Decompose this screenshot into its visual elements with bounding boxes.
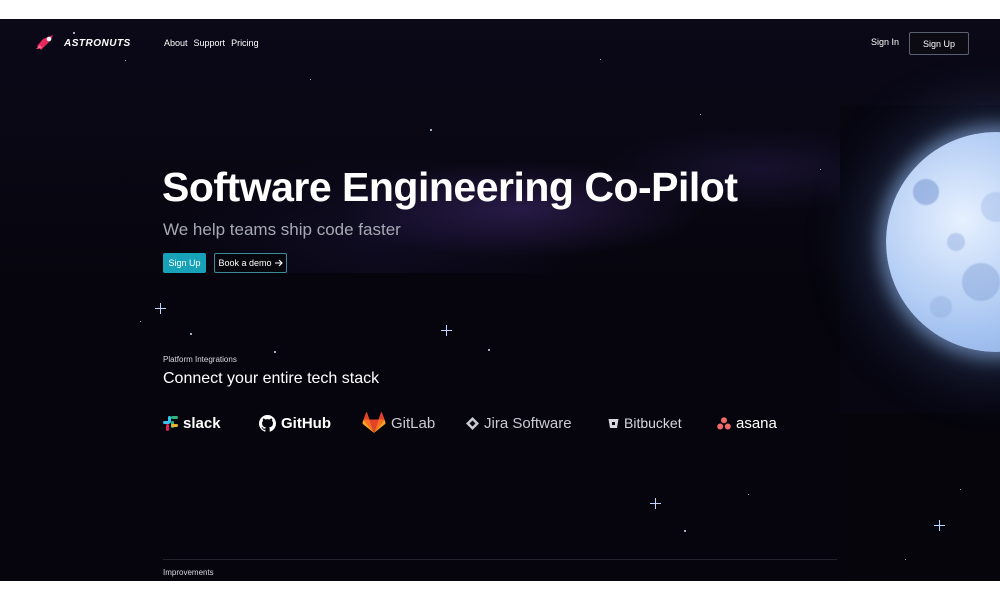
integrations-label: Platform Integrations — [163, 355, 237, 364]
star — [140, 321, 141, 322]
main-nav: About Support Pricing — [164, 38, 259, 48]
slack-logo: slack — [163, 410, 221, 436]
github-logo: GitHub — [259, 410, 331, 436]
hero-subtitle: We help teams ship code faster — [163, 220, 401, 239]
star — [430, 129, 432, 131]
asana-icon — [717, 416, 731, 429]
hero-title: Software Engineering Co-Pilot — [162, 164, 738, 210]
star — [274, 351, 276, 353]
page-viewport — [0, 19, 1000, 581]
brand-name: ASTRONUTS — [64, 37, 131, 49]
jira-logo-text: Jira Software — [484, 414, 572, 432]
brand-logo[interactable]: ASTRONUTS — [34, 33, 131, 53]
github-icon — [259, 414, 276, 432]
bitbucket-logo: Bitbucket — [608, 410, 682, 436]
book-demo-label: Book a demo — [218, 258, 272, 268]
jira-software-logo: Jira Software — [466, 410, 572, 436]
gitlab-logo: GitLab — [362, 410, 435, 436]
star — [684, 530, 686, 532]
nav-about-link[interactable]: About — [164, 38, 188, 48]
section-divider — [163, 559, 837, 560]
improvements-label: Improvements — [163, 568, 214, 577]
sparkle-star — [650, 498, 661, 509]
gitlab-logo-text: GitLab — [391, 414, 436, 432]
integration-logos: slack GitHub GitLab Jira Software Bitbuc… — [163, 410, 803, 436]
gitlab-icon — [362, 412, 386, 433]
lower-panel — [840, 413, 1000, 581]
sign-in-link[interactable]: Sign In — [871, 37, 899, 47]
star — [190, 333, 192, 335]
nav-pricing-link[interactable]: Pricing — [231, 38, 259, 48]
jira-icon — [466, 416, 479, 430]
nav-support-link[interactable]: Support — [194, 38, 226, 48]
asana-logo: asana — [717, 410, 777, 436]
slack-logo-text: slack — [183, 414, 221, 432]
star — [600, 59, 601, 60]
bitbucket-icon — [608, 418, 619, 428]
bitbucket-logo-text: Bitbucket — [624, 415, 682, 431]
arrow-right-icon — [274, 259, 283, 267]
star — [125, 60, 126, 61]
book-demo-button[interactable]: Book a demo — [214, 253, 287, 273]
slack-icon — [163, 415, 178, 431]
star — [310, 79, 311, 80]
asana-logo-text: asana — [736, 414, 777, 432]
header-sign-up-button[interactable]: Sign Up — [909, 32, 969, 55]
integrations-title: Connect your entire tech stack — [163, 370, 380, 387]
hero-sign-up-button[interactable]: Sign Up — [163, 253, 206, 273]
star — [488, 349, 490, 351]
sparkle-star — [934, 520, 945, 531]
astronaut-icon — [36, 35, 53, 50]
github-logo-text: GitHub — [281, 414, 331, 432]
sparkle-star — [155, 303, 166, 314]
star — [748, 494, 749, 495]
sparkle-star — [441, 325, 452, 336]
star — [820, 169, 821, 170]
star — [905, 559, 906, 560]
star — [700, 114, 701, 115]
star — [960, 489, 961, 490]
